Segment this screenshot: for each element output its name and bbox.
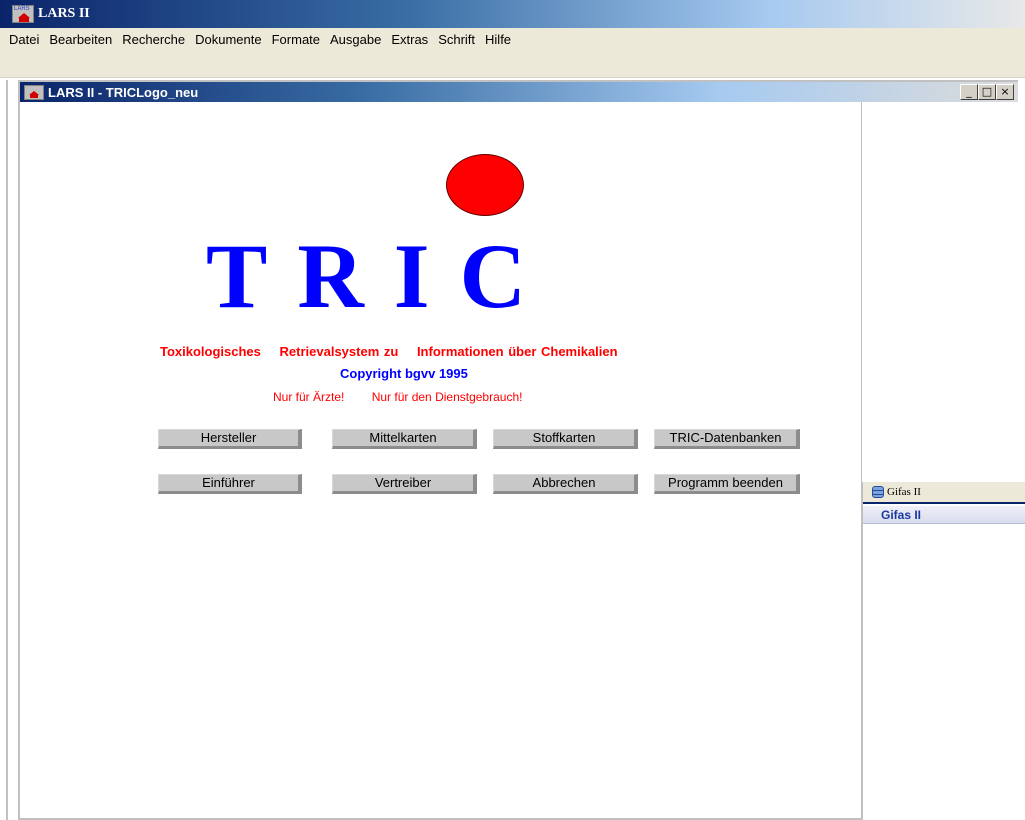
menu-hilfe[interactable]: Hilfe <box>480 32 516 47</box>
logo-red-dot <box>446 154 524 216</box>
maximize-icon[interactable]: □ <box>978 84 996 100</box>
stoffkarten-button[interactable]: Stoffkarten <box>493 429 638 449</box>
gifas-tab-label: Gifas II <box>887 486 921 498</box>
tric-splash: TRIC Toxikologisches Retrievalsystem zu … <box>20 102 862 818</box>
menu-bearbeiten[interactable]: Bearbeiten <box>44 32 117 47</box>
notice-line: Nur für Ärzte! Nur für den Dienstgebrauc… <box>273 390 546 404</box>
menu-formate[interactable]: Formate <box>267 32 325 47</box>
app-titlebar[interactable]: LARS LARS II <box>0 0 1025 28</box>
einfuehrer-button[interactable]: Einführer <box>158 474 302 494</box>
database-icon <box>871 485 885 499</box>
lars-app-icon: LARS <box>12 5 34 23</box>
mdi-border <box>6 80 8 820</box>
menu-dokumente[interactable]: Dokumente <box>190 32 266 47</box>
vertreiber-button[interactable]: Vertreiber <box>332 474 477 494</box>
programm-beenden-button[interactable]: Programm beenden <box>654 474 800 494</box>
mittelkarten-button[interactable]: Mittelkarten <box>332 429 477 449</box>
tric-datenbanken-button[interactable]: TRIC-Datenbanken <box>654 429 800 449</box>
gifas-panel: Gifas II Gifas II <box>862 482 1025 820</box>
notice-official-use: Nur für den Dienstgebrauch! <box>371 390 523 404</box>
app-title: LARS II <box>38 6 90 21</box>
menu-schrift[interactable]: Schrift <box>433 32 480 47</box>
tric-logo-text: TRIC <box>206 225 557 327</box>
menu-ausgabe[interactable]: Ausgabe <box>325 32 386 47</box>
child-titlebar[interactable]: LARS II - TRICLogo_neu _ □ × <box>20 82 1018 102</box>
menu-bar: Datei Bearbeiten Recherche Dokumente For… <box>0 28 1025 50</box>
notice-doctors-only: Nur für Ärzte! <box>273 390 345 404</box>
close-icon[interactable]: × <box>996 84 1014 100</box>
lars-window-icon <box>24 84 44 100</box>
minimize-icon[interactable]: _ <box>960 84 978 100</box>
subtitle-part-3: Informationen über Chemikalien <box>416 344 618 359</box>
subtitle-line: Toxikologisches Retrievalsystem zu Infor… <box>160 344 740 359</box>
gifas-tab[interactable]: Gifas II <box>863 482 1025 504</box>
menu-datei[interactable]: Datei <box>4 32 44 47</box>
window-controls: _ □ × <box>960 84 1014 100</box>
hersteller-button[interactable]: Hersteller <box>158 429 302 449</box>
app-icon-text: LARS <box>14 6 30 12</box>
abbrechen-button[interactable]: Abbrechen <box>493 474 638 494</box>
subtitle-part-1: Toxikologisches <box>160 344 261 359</box>
child-window-title: LARS II - TRICLogo_neu <box>48 84 199 100</box>
menu-recherche[interactable]: Recherche <box>117 32 190 47</box>
subtitle-part-2: Retrievalsystem zu <box>279 344 399 359</box>
copyright-text: Copyright bgvv 1995 <box>340 366 468 381</box>
gifas-header[interactable]: Gifas II <box>863 506 1025 524</box>
menu-extras[interactable]: Extras <box>386 32 433 47</box>
toolbar-strip <box>0 50 1025 78</box>
